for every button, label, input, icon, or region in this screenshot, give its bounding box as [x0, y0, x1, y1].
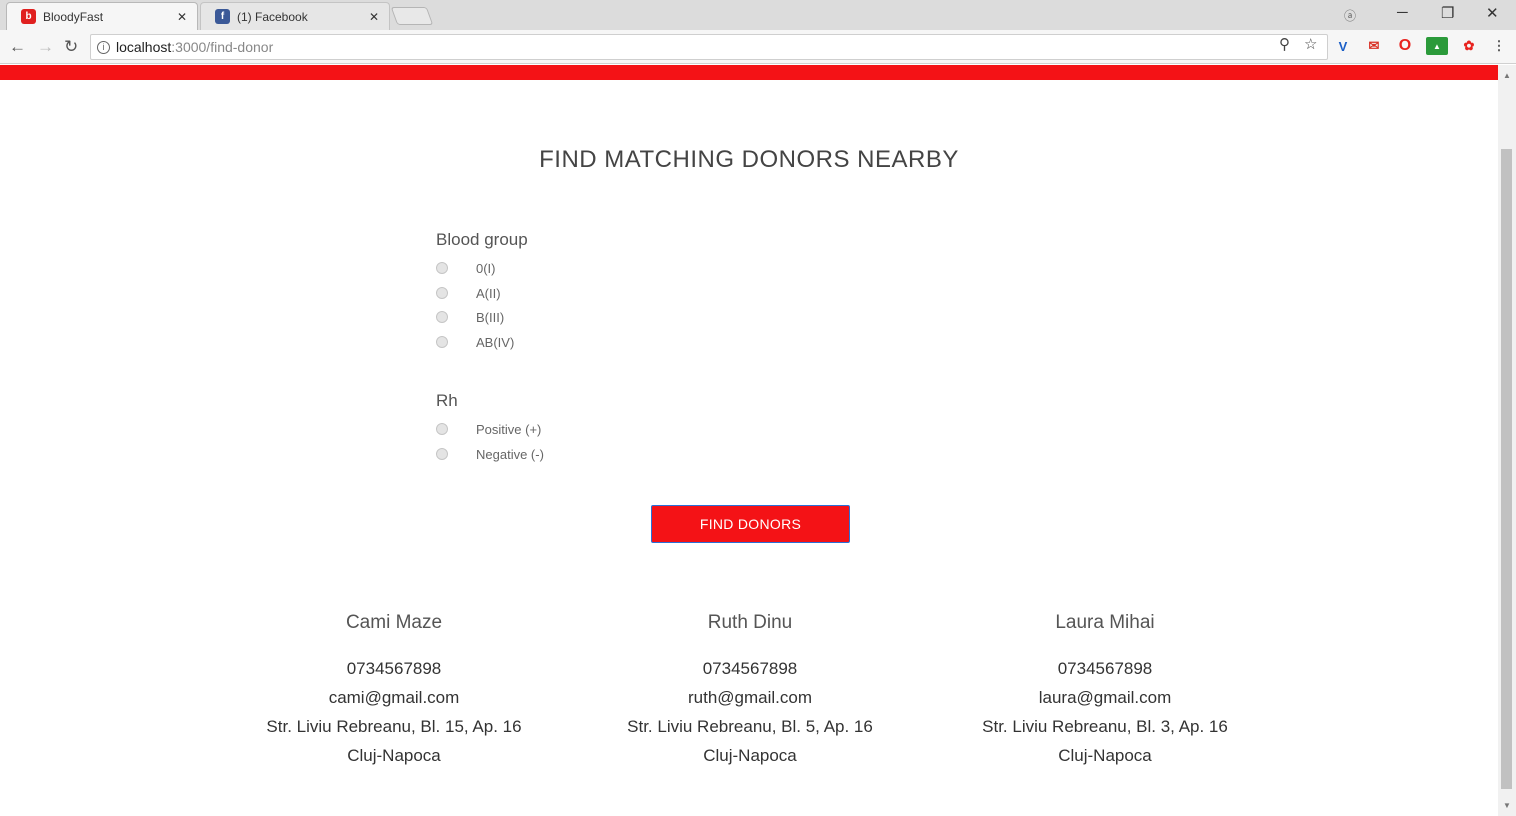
- radio-label: 0(I): [476, 261, 496, 276]
- header-bar: [0, 65, 1498, 80]
- radio-button[interactable]: [436, 336, 448, 348]
- close-window-icon[interactable]: ✕: [1486, 4, 1499, 22]
- donor-phone: 0734567898: [1057, 659, 1153, 678]
- facebook-favicon-icon: f: [215, 9, 230, 24]
- radio-option-0[interactable]: 0(I): [436, 258, 496, 278]
- profile-icon[interactable]: ⓐ: [1344, 7, 1356, 24]
- donor-address: Str. Liviu Rebreanu, Bl. 3, Ap. 16: [982, 717, 1228, 736]
- radio-button[interactable]: [436, 423, 448, 435]
- url-host: localhost: [116, 39, 172, 55]
- donor-card: Cami Maze 0734567898 cami@gmail.com Str.…: [214, 612, 574, 770]
- rh-label: Rh: [436, 391, 458, 410]
- donor-city: Cluj-Napoca: [703, 746, 797, 765]
- back-icon[interactable]: ←: [9, 37, 26, 57]
- zoom-icon[interactable]: ⚲: [1279, 35, 1290, 53]
- blood-group-label: Blood group: [436, 230, 528, 249]
- browser-toolbar: ← → ↻ i localhost:3000/find-donor ⚲ ☆ V …: [0, 30, 1516, 64]
- bookmark-star-icon[interactable]: ☆: [1304, 35, 1317, 53]
- radio-label: B(III): [476, 310, 505, 325]
- radio-option-ab[interactable]: AB(IV): [436, 332, 514, 352]
- donor-card: Laura Mihai 0734567898 laura@gmail.com S…: [925, 612, 1285, 770]
- tab-facebook[interactable]: f (1) Facebook ✕: [200, 2, 390, 30]
- close-tab-icon[interactable]: ✕: [369, 10, 379, 24]
- radio-label: Negative (-): [476, 447, 544, 462]
- tab-title: (1) Facebook: [237, 9, 308, 24]
- radio-label: AB(IV): [476, 335, 515, 350]
- donor-card: Ruth Dinu 0734567898 ruth@gmail.com Str.…: [570, 612, 930, 770]
- radio-button[interactable]: [436, 311, 448, 323]
- menu-kebab-icon[interactable]: ⋮: [1490, 37, 1508, 55]
- extension-v-icon[interactable]: V: [1334, 37, 1352, 55]
- donor-email: cami@gmail.com: [328, 688, 460, 707]
- gmail-extension-icon[interactable]: ✉: [1365, 37, 1383, 55]
- tab-title: BloodyFast: [43, 9, 104, 24]
- radio-option-b[interactable]: B(III): [436, 307, 504, 327]
- donor-email: laura@gmail.com: [1038, 688, 1172, 707]
- restore-icon[interactable]: ❐: [1441, 4, 1454, 22]
- find-donors-button[interactable]: FIND DONORS: [651, 505, 850, 543]
- radio-label: Positive (+): [476, 422, 542, 437]
- close-tab-icon[interactable]: ✕: [177, 10, 187, 24]
- scroll-thumb[interactable]: [1501, 149, 1512, 789]
- donor-city: Cluj-Napoca: [1058, 746, 1152, 765]
- radio-button[interactable]: [436, 448, 448, 460]
- url-path: :3000/find-donor: [171, 39, 274, 55]
- donor-name: Laura Mihai: [1055, 612, 1155, 633]
- radio-option-positive[interactable]: Positive (+): [436, 419, 541, 439]
- radio-option-negative[interactable]: Negative (-): [436, 444, 544, 464]
- scrollbar[interactable]: ▲ ▼: [1498, 65, 1516, 816]
- donor-name: Ruth Dinu: [707, 612, 793, 633]
- browser-titlebar: b BloodyFast ✕ f (1) Facebook ✕ ⓐ ─ ❐ ✕: [0, 0, 1516, 30]
- radio-button[interactable]: [436, 287, 448, 299]
- new-tab-button[interactable]: [390, 7, 434, 25]
- donor-email: ruth@gmail.com: [687, 688, 812, 707]
- address-bar[interactable]: i localhost:3000/find-donor: [90, 34, 1328, 60]
- site-info-icon[interactable]: i: [97, 40, 110, 54]
- radio-label: A(II): [476, 286, 501, 301]
- radio-button[interactable]: [436, 262, 448, 274]
- opera-extension-icon[interactable]: O: [1396, 37, 1414, 55]
- minimize-icon[interactable]: ─: [1397, 4, 1408, 21]
- donor-name: Cami Maze: [345, 612, 443, 633]
- scroll-down-icon[interactable]: ▼: [1503, 801, 1511, 810]
- reload-icon[interactable]: ↻: [64, 37, 78, 57]
- forward-icon[interactable]: →: [37, 37, 54, 57]
- paw-extension-icon[interactable]: ✿: [1460, 37, 1478, 55]
- tab-bloodyfast[interactable]: b BloodyFast ✕: [6, 2, 198, 30]
- page-title: FIND MATCHING DONORS NEARBY: [539, 146, 959, 173]
- radio-option-a[interactable]: A(II): [436, 283, 501, 303]
- donor-phone: 0734567898: [702, 659, 798, 678]
- donor-city: Cluj-Napoca: [347, 746, 441, 765]
- new-extension-icon[interactable]: ▲: [1426, 37, 1448, 55]
- scroll-up-icon[interactable]: ▲: [1503, 71, 1511, 80]
- donor-phone: 0734567898: [346, 659, 442, 678]
- donor-address: Str. Liviu Rebreanu, Bl. 5, Ap. 16: [627, 717, 873, 736]
- bloodyfast-favicon-icon: b: [21, 9, 36, 24]
- donor-address: Str. Liviu Rebreanu, Bl. 15, Ap. 16: [266, 717, 522, 736]
